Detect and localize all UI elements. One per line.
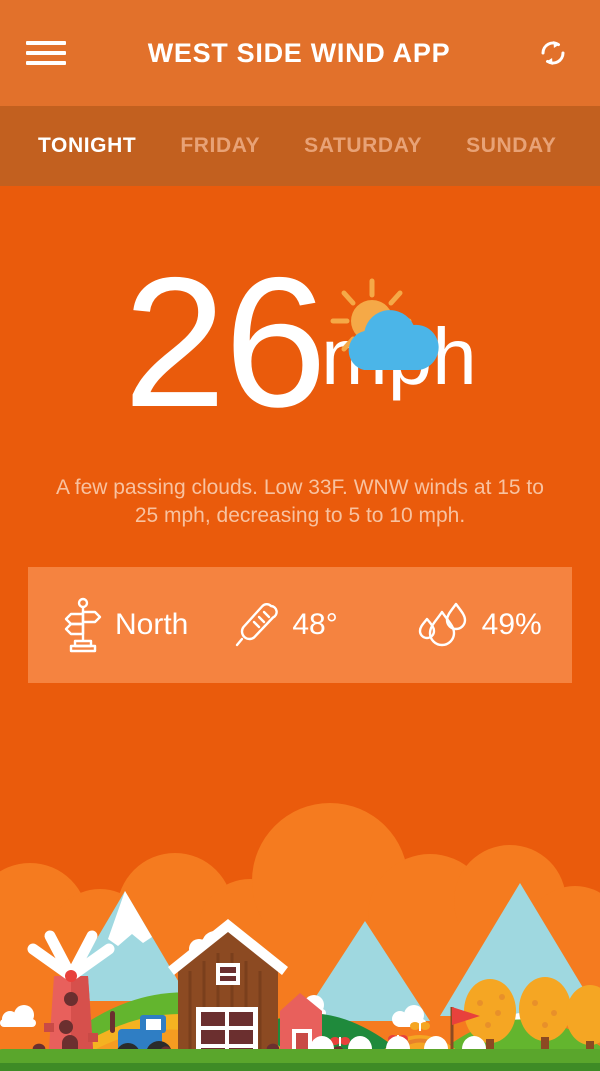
stat-wind-direction-label: North: [115, 608, 189, 641]
sun-behind-cloud-icon: [322, 273, 462, 383]
stat-humidity-label: 49%: [481, 608, 542, 641]
stat-temperature-label: 48°: [292, 608, 338, 641]
forecast-description: A few passing clouds. Low 33F. WNW winds…: [56, 476, 544, 527]
hamburger-bar: [26, 41, 66, 45]
farm-landscape-illustration: [0, 803, 600, 1071]
tab-saturday[interactable]: SATURDAY: [282, 134, 444, 158]
tab-tonight[interactable]: TONIGHT: [34, 134, 158, 158]
tab-sunday[interactable]: SUNDAY: [444, 134, 578, 158]
app-header: WEST SIDE WIND APP: [0, 0, 600, 106]
hamburger-bar: [26, 51, 66, 55]
signpost-icon: [64, 597, 102, 653]
wind-speed-display: 26 mph: [0, 240, 600, 446]
hamburger-bar: [26, 61, 66, 65]
hamburger-icon[interactable]: [26, 38, 66, 68]
stat-wind-direction[interactable]: North: [28, 597, 219, 653]
water-drops-icon: [418, 602, 466, 647]
wind-speed-value: 26: [123, 240, 327, 446]
stats-bar: North 48° 49%: [28, 567, 572, 683]
ground-shadow: [0, 1063, 600, 1071]
stat-humidity[interactable]: 49%: [391, 599, 572, 651]
tab-friday[interactable]: FRIDAY: [158, 134, 282, 158]
sun-behind-cloud-glyph: [330, 278, 439, 370]
stat-temperature[interactable]: 48°: [219, 599, 390, 651]
thermometer-icon: [236, 603, 279, 647]
refresh-glyph: [541, 41, 565, 65]
current-conditions: 26 mph A few passing clouds. Low 33F. WN…: [0, 240, 600, 683]
refresh-icon[interactable]: [532, 32, 574, 74]
forecast-tabs: TONIGHT FRIDAY SATURDAY SUNDAY: [0, 106, 600, 186]
page-title: WEST SIDE WIND APP: [147, 37, 451, 68]
